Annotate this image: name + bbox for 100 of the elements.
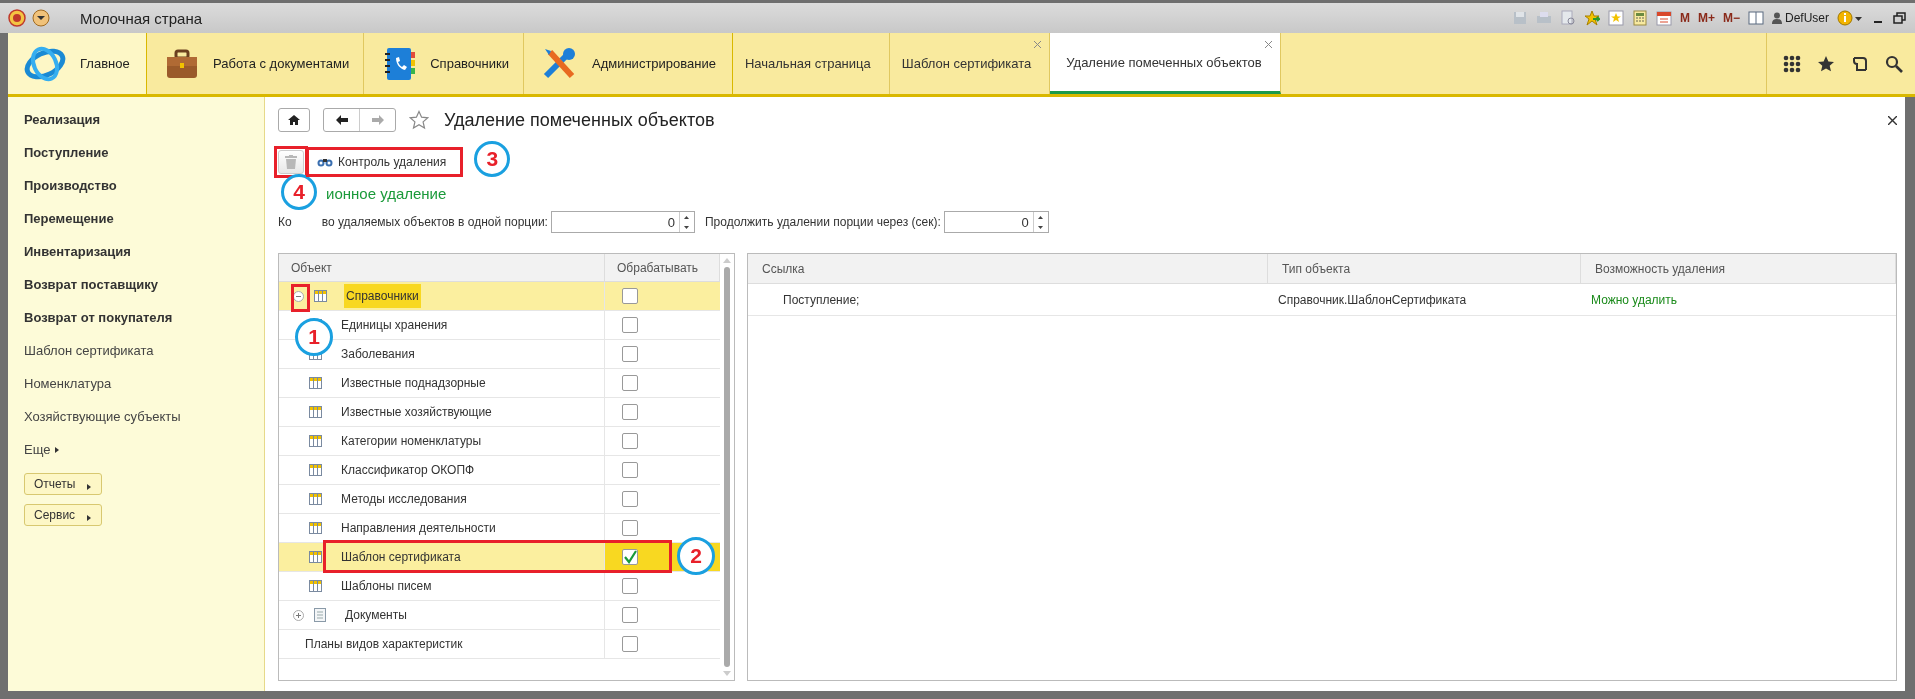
checkbox[interactable] — [622, 607, 638, 623]
callout-number: 3 — [474, 141, 511, 177]
section-tab[interactable]: Администрирование — [524, 33, 733, 94]
favorites-icon[interactable] — [1607, 10, 1624, 26]
page-tab[interactable]: Начальная страница — [732, 33, 890, 94]
tree-row[interactable]: Планы видов характеристик — [279, 630, 720, 659]
dropdown-icon[interactable] — [32, 9, 50, 27]
page-tab[interactable]: Удаление помеченных объектов — [1050, 33, 1282, 94]
callout-number: 2 — [677, 537, 715, 575]
table-icon — [309, 493, 322, 505]
window-title: Молочная страна — [80, 9, 203, 27]
sidebar-item[interactable]: Шаблон сертификата — [24, 341, 154, 374]
address-book-icon — [382, 45, 417, 82]
column-header[interactable]: Возможность удаления — [1581, 254, 1896, 283]
scrollbar-thumb[interactable] — [724, 267, 730, 667]
calculator-icon[interactable] — [1631, 10, 1648, 26]
sidebar-item[interactable]: Инвентаризация — [24, 242, 131, 275]
table-icon — [309, 435, 322, 447]
checkbox[interactable] — [622, 375, 638, 391]
checkbox[interactable] — [622, 636, 638, 652]
sidebar-item[interactable]: Поступление — [24, 143, 109, 176]
checkbox[interactable] — [622, 317, 638, 333]
sidebar-item[interactable]: Перемещение — [24, 209, 114, 242]
sidebar-button[interactable]: Отчеты — [24, 473, 102, 495]
app-logo-icon[interactable] — [8, 9, 26, 27]
sidebar-item[interactable]: Возврат поставщику — [24, 275, 158, 308]
search-icon[interactable] — [1885, 54, 1903, 73]
star-icon[interactable] — [1817, 54, 1835, 73]
restore-icon[interactable] — [1893, 11, 1907, 25]
forward-arrow-icon — [371, 115, 384, 125]
checkbox[interactable] — [622, 520, 638, 536]
up-arrow-icon[interactable] — [1038, 215, 1044, 219]
row-label: Заболевания — [340, 346, 416, 363]
field-label: Ко — [278, 215, 292, 229]
number-field[interactable]: 0 — [550, 211, 695, 233]
form-title: Удаление помеченных объектов — [444, 109, 715, 131]
user-name[interactable]: DefUser — [1785, 11, 1829, 25]
table-cell-text: Можно удалить — [1590, 291, 1679, 309]
memory-button[interactable]: M — [1679, 11, 1690, 25]
star-add-icon[interactable] — [1583, 10, 1600, 26]
row-label: Шаблоны писем — [340, 578, 433, 595]
info-icon[interactable] — [1837, 10, 1863, 26]
expand-icon[interactable] — [293, 609, 304, 621]
column-header[interactable]: Ссылка — [748, 254, 1268, 283]
memory-button[interactable]: M+ — [1697, 11, 1715, 25]
logo-icon — [24, 44, 66, 83]
section-tab[interactable]: Главное — [8, 33, 147, 94]
favorite-star-icon[interactable] — [409, 110, 429, 130]
number-field[interactable]: 0 — [943, 211, 1049, 233]
panel-icon[interactable] — [1748, 10, 1764, 26]
row-label: Шаблон сертификата — [340, 549, 462, 566]
section-tab[interactable]: Работа с документами — [147, 33, 365, 94]
column-header[interactable]: Обрабатывать — [605, 254, 720, 281]
apps-grid-icon[interactable] — [1783, 54, 1801, 73]
sidebar-item[interactable]: Номенклатура — [24, 374, 112, 407]
checkbox[interactable] — [622, 462, 638, 478]
checkbox[interactable] — [622, 491, 638, 507]
sidebar-item[interactable]: Хозяйствующие субъекты — [24, 407, 181, 440]
sidebar-item[interactable]: Реализация — [24, 110, 101, 143]
row-label: Категории номенклатуры — [340, 433, 483, 450]
up-arrow-icon[interactable] — [684, 215, 690, 219]
tree-row[interactable]: Классификатор ОКОПФ — [279, 456, 720, 485]
checkbox[interactable] — [622, 404, 638, 420]
tree-row[interactable]: Документы — [279, 601, 720, 630]
portion-delete-link[interactable]: ионное удаление — [326, 185, 447, 203]
sidebar-item[interactable]: Производство — [24, 176, 117, 209]
table-icon — [309, 551, 322, 563]
home-button[interactable] — [278, 108, 310, 132]
table-icon — [309, 580, 322, 592]
checkbox[interactable] — [622, 346, 638, 362]
checkbox[interactable] — [622, 549, 638, 565]
sidebar-button[interactable]: Сервис — [24, 504, 102, 526]
preview-icon[interactable] — [1559, 10, 1576, 26]
checkbox[interactable] — [622, 578, 638, 594]
column-header[interactable]: Тип объекта — [1268, 254, 1581, 283]
collapse-icon[interactable] — [293, 290, 304, 302]
checkbox[interactable] — [622, 433, 638, 449]
checkbox[interactable] — [622, 288, 638, 304]
more-link[interactable]: Еще — [24, 440, 61, 473]
down-arrow-icon[interactable] — [1038, 225, 1044, 229]
table-icon — [309, 406, 322, 418]
calendar-icon[interactable] — [1655, 10, 1672, 26]
history-buttons[interactable] — [323, 108, 396, 132]
memory-button[interactable]: M− — [1722, 11, 1740, 25]
delete-control-button[interactable]: Контроль удаления — [309, 151, 461, 173]
tree-row[interactable]: Известные поднадзорные — [279, 369, 720, 398]
tree-row[interactable]: Категории номенклатуры — [279, 427, 720, 456]
section-tab[interactable]: Справочники — [364, 33, 524, 94]
close-icon[interactable] — [1888, 115, 1897, 125]
tree-row[interactable]: Методы исследования — [279, 485, 720, 514]
tree-row[interactable]: Известные хозяйствующие — [279, 398, 720, 427]
binoculars-icon — [317, 157, 333, 167]
row-label: Методы исследования — [340, 491, 468, 508]
row-label: Планы видов характеристик — [305, 636, 464, 653]
tree-row[interactable]: Шаблоны писем — [279, 572, 720, 601]
row-label: Справочники — [344, 284, 421, 308]
tree-row[interactable]: Справочники — [279, 282, 720, 311]
column-header[interactable]: Объект — [279, 254, 605, 281]
down-arrow-icon[interactable] — [684, 225, 690, 229]
sidebar-item[interactable]: Возврат от покупателя — [24, 308, 173, 341]
